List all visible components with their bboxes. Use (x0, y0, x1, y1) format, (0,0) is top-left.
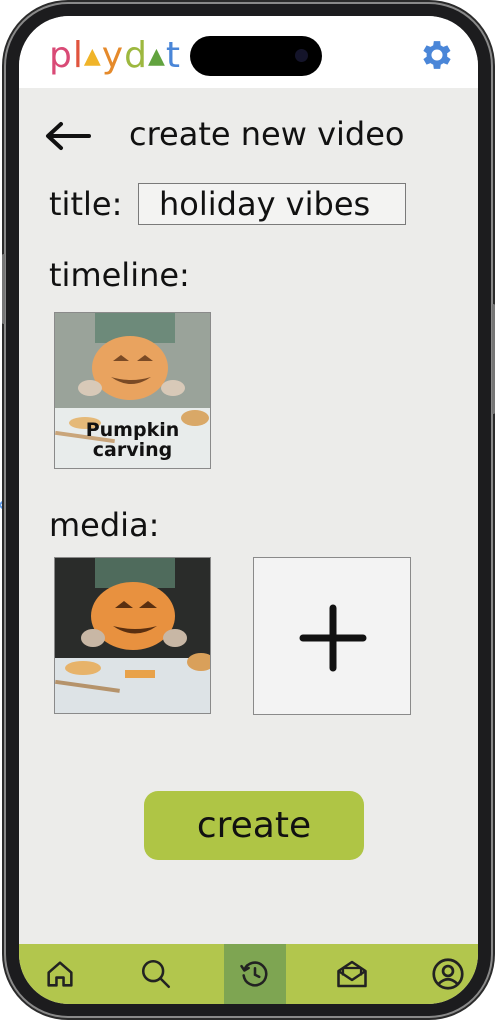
app-logo: pl▲yd▲t (49, 38, 181, 74)
media-item[interactable] (54, 557, 211, 714)
gear-icon[interactable] (418, 36, 456, 74)
camera-icon (295, 49, 308, 62)
page-title: create new video (129, 115, 405, 153)
home-icon (47, 961, 73, 987)
logo-letter: ▲ (83, 44, 102, 69)
pumpkin-carving-image (55, 558, 210, 713)
nav-profile[interactable] (417, 944, 478, 1004)
title-input[interactable]: holiday vibes (138, 183, 406, 225)
plus-icon (299, 604, 367, 672)
nav-home[interactable] (29, 944, 91, 1004)
logo-letter: p (49, 35, 73, 76)
phone-frame: pl▲yd▲t create new video title: holiday … (2, 4, 495, 1016)
create-button[interactable]: create (144, 791, 364, 860)
screen: pl▲yd▲t create new video title: holiday … (19, 16, 478, 1004)
logo-letter: t (165, 35, 182, 76)
app-header: pl▲yd▲t (19, 16, 478, 88)
timeline-label: timeline: (49, 256, 190, 294)
media-label: media: (49, 506, 160, 544)
logo-letter: d (124, 35, 148, 76)
title-label: title: (49, 185, 123, 223)
nav-search[interactable] (125, 944, 187, 1004)
volume-button (2, 254, 5, 324)
logo-letter: y (101, 35, 125, 76)
nav-history[interactable] (224, 944, 286, 1004)
timeline-clip[interactable]: Pumpkin carving (54, 312, 211, 469)
profile-icon (432, 958, 464, 990)
add-media-button[interactable] (253, 557, 411, 715)
logo-letter: l (72, 35, 84, 76)
nav-inbox[interactable] (321, 944, 383, 1004)
bottom-nav (19, 944, 478, 1004)
search-icon (141, 959, 171, 989)
history-icon (240, 961, 268, 987)
logo-letter: ▲ (147, 44, 166, 69)
mail-icon (337, 960, 367, 988)
dynamic-island (190, 36, 322, 76)
arrow-left-icon[interactable] (43, 120, 93, 152)
timeline-clip-caption: Pumpkin carving (85, 419, 180, 461)
